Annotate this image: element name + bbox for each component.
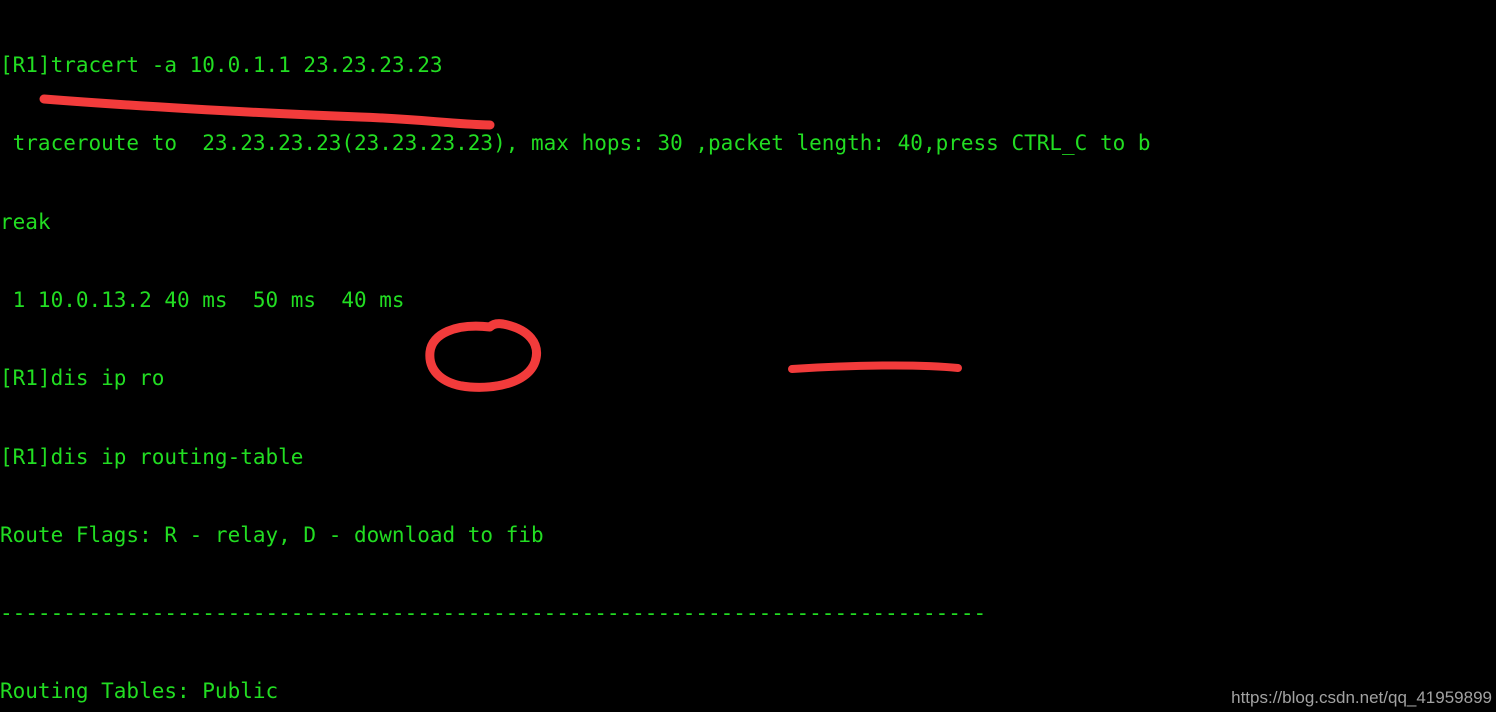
- watermark-blog-url: https://blog.csdn.net/qq_41959899: [1231, 688, 1492, 707]
- terminal-line-traceroute-banner-wrap: reak: [0, 209, 51, 234]
- terminal-line-dis-ip-ro-command: [R1]dis ip ro: [0, 366, 165, 391]
- terminal-line-route-flags-legend: Route Flags: R - relay, D - download to …: [0, 522, 544, 547]
- terminal-line-dis-ip-routing-table-command: [R1]dis ip routing-table: [0, 444, 304, 469]
- terminal-screenshot: [R1]tracert -a 10.0.1.1 23.23.23.23 trac…: [0, 0, 1496, 712]
- terminal-output[interactable]: [R1]tracert -a 10.0.1.1 23.23.23.23 trac…: [0, 0, 1496, 712]
- terminal-line-tracert-command: [R1]tracert -a 10.0.1.1 23.23.23.23: [0, 53, 443, 78]
- terminal-line-traceroute-banner: traceroute to 23.23.23.23(23.23.23.23), …: [0, 131, 1151, 156]
- terminal-line-separator: ----------------------------------------…: [0, 601, 987, 626]
- terminal-line-traceroute-hop-1: 1 10.0.13.2 40 ms 50 ms 40 ms: [0, 288, 405, 313]
